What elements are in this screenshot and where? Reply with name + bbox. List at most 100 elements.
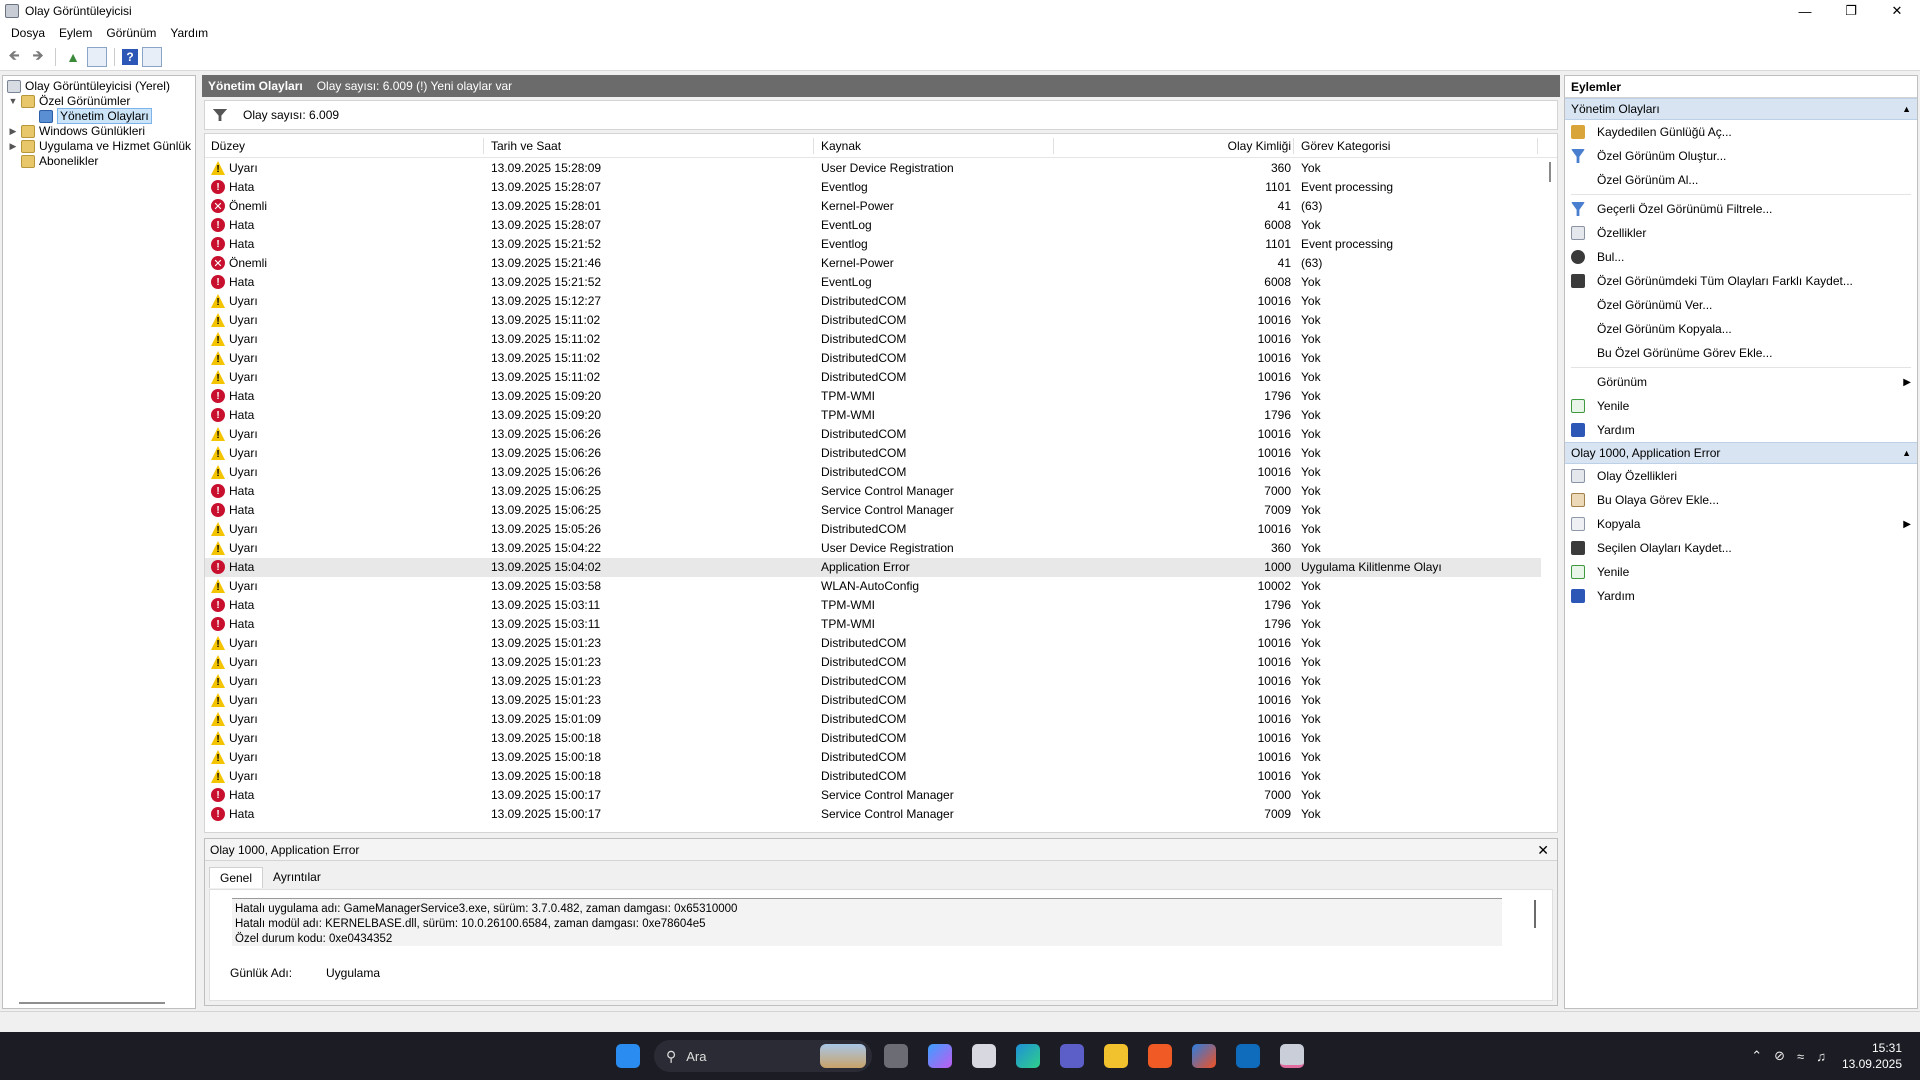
horizontal-scrollbar[interactable]	[19, 1002, 165, 1004]
table-row[interactable]: ! Uyarı 13.09.2025 15:28:09 User Device Reg…	[205, 159, 1541, 178]
column-divider[interactable]	[483, 138, 484, 154]
table-row[interactable]: ! Uyarı 13.09.2025 15:03:58 WLAN-AutoConfig…	[205, 577, 1541, 596]
task-view-icon[interactable]	[884, 1044, 908, 1068]
action-item[interactable]: Özel Görünümü Ver...	[1565, 293, 1917, 317]
back-arrow-icon[interactable]: 🡸	[4, 47, 24, 67]
search-box[interactable]: ⚲ Ara	[654, 1040, 872, 1072]
table-row[interactable]: ! Uyarı 13.09.2025 15:00:18 DistributedCOM 1…	[205, 767, 1541, 786]
column-divider[interactable]	[1537, 138, 1538, 154]
action-item[interactable]: Olay Özellikleri	[1565, 464, 1917, 488]
table-row[interactable]: ! Uyarı 13.09.2025 15:01:09 DistributedCOM 1…	[205, 710, 1541, 729]
store-icon[interactable]	[1192, 1044, 1216, 1068]
table-row[interactable]: ! Uyarı 13.09.2025 15:12:27 DistributedCOM 1…	[205, 292, 1541, 311]
restore-button[interactable]: ❐	[1828, 0, 1874, 22]
action-item[interactable]: Özel Görünümdeki Tüm Olayları Farklı Kay…	[1565, 269, 1917, 293]
table-row[interactable]: ! Hata 13.09.2025 15:00:17 Service Control …	[205, 805, 1541, 824]
table-row[interactable]: ! Hata 13.09.2025 15:03:11 TPM-WMI 1796 Yok	[205, 615, 1541, 634]
brave-icon[interactable]	[1148, 1044, 1172, 1068]
menu-file[interactable]: Dosya	[4, 26, 52, 40]
tab-general[interactable]: Genel	[209, 867, 264, 888]
show-hide-console-tree-icon[interactable]	[87, 47, 107, 67]
notifications-off-icon[interactable]: ⊘	[1774, 1048, 1785, 1064]
action-item[interactable]: Özel Görünüm Kopyala...	[1565, 317, 1917, 341]
table-row[interactable]: ! Uyarı 13.09.2025 15:01:23 DistributedCOM 1…	[205, 691, 1541, 710]
collapse-icon[interactable]: ▲	[1902, 448, 1911, 458]
table-row[interactable]: ! Hata 13.09.2025 15:28:07 EventLog 6008 Yok	[205, 216, 1541, 235]
column-header-event-id[interactable]: Olay Kimliği	[1061, 139, 1291, 153]
close-icon[interactable]: ✕	[1537, 842, 1549, 859]
minimize-button[interactable]: —	[1782, 0, 1828, 22]
file-explorer-icon[interactable]	[1104, 1044, 1128, 1068]
table-row[interactable]: ! Hata 13.09.2025 15:06:25 Service Control …	[205, 482, 1541, 501]
table-row[interactable]: ! Hata 13.09.2025 15:09:20 TPM-WMI 1796 Yok	[205, 387, 1541, 406]
up-folder-icon[interactable]: ▲	[63, 47, 83, 67]
action-item[interactable]: Yenile	[1565, 560, 1917, 584]
table-row[interactable]: ! Hata 13.09.2025 15:28:07 Eventlog 1101 Even…	[205, 178, 1541, 197]
table-row[interactable]: ! Uyarı 13.09.2025 15:00:18 DistributedCOM 1…	[205, 729, 1541, 748]
actions-section-admin-events[interactable]: Yönetim Olayları ▲	[1565, 98, 1917, 120]
table-row[interactable]: ! Uyarı 13.09.2025 15:01:23 DistributedCOM 1…	[205, 634, 1541, 653]
table-row[interactable]: ! Uyarı 13.09.2025 15:05:26 DistributedCOM 1…	[205, 520, 1541, 539]
table-row[interactable]: ! Hata 13.09.2025 15:04:02 Application Erro…	[205, 558, 1541, 577]
event-message[interactable]: Hatalı uygulama adı: GameManagerService3…	[232, 898, 1502, 946]
chevron-right-icon[interactable]: ▶	[7, 126, 19, 137]
action-item[interactable]: Özel Görünüm Oluştur...	[1565, 144, 1917, 168]
table-row[interactable]: ! Hata 13.09.2025 15:06:25 Service Control …	[205, 501, 1541, 520]
action-item[interactable]: Geçerli Özel Görünümü Filtrele...	[1565, 197, 1917, 221]
table-row[interactable]: ! Uyarı 13.09.2025 15:04:22 User Device Reg…	[205, 539, 1541, 558]
actions-section-event[interactable]: Olay 1000, Application Error ▲	[1565, 442, 1917, 464]
copilot-icon[interactable]	[928, 1044, 952, 1068]
chevron-down-icon[interactable]: ▼	[7, 96, 19, 106]
table-row[interactable]: ! Uyarı 13.09.2025 15:00:18 DistributedCOM 1…	[205, 748, 1541, 767]
column-header-date[interactable]: Tarih ve Saat	[491, 139, 811, 153]
action-item[interactable]: Yardım	[1565, 584, 1917, 608]
table-row[interactable]: ! Uyarı 13.09.2025 15:06:26 DistributedCOM 1…	[205, 463, 1541, 482]
column-divider[interactable]	[1053, 138, 1054, 154]
menu-action[interactable]: Eylem	[52, 26, 99, 40]
show-hide-action-pane-icon[interactable]	[142, 47, 162, 67]
collapse-icon[interactable]: ▲	[1902, 104, 1911, 114]
close-button[interactable]: ✕	[1874, 0, 1920, 22]
chevron-up-icon[interactable]: ⌃	[1751, 1048, 1762, 1064]
event-viewer-taskbar-icon[interactable]	[1280, 1044, 1304, 1068]
table-row[interactable]: ! Uyarı 13.09.2025 15:06:26 DistributedCOM 1…	[205, 444, 1541, 463]
ship-app-icon[interactable]	[972, 1044, 996, 1068]
menu-view[interactable]: Görünüm	[99, 26, 163, 40]
vertical-scrollbar[interactable]	[1534, 900, 1536, 928]
menu-help[interactable]: Yardım	[163, 26, 215, 40]
table-row[interactable]: ! Uyarı 13.09.2025 15:11:02 DistributedCOM 1…	[205, 311, 1541, 330]
table-row[interactable]: ! Uyarı 13.09.2025 15:11:02 DistributedCOM 1…	[205, 368, 1541, 387]
chevron-right-icon[interactable]: ▶	[7, 141, 19, 152]
vertical-scrollbar[interactable]	[1549, 162, 1551, 182]
column-header-source[interactable]: Kaynak	[821, 139, 1051, 153]
clock[interactable]: 15:31 13.09.2025	[1842, 1040, 1902, 1072]
action-item[interactable]: Bu Özel Görünüme Görev Ekle...	[1565, 341, 1917, 365]
volume-icon[interactable]: ♫	[1816, 1049, 1826, 1064]
tree-item-subscriptions[interactable]: Abonelikler	[19, 152, 98, 170]
table-row[interactable]: ! Uyarı 13.09.2025 15:11:02 DistributedCOM 1…	[205, 330, 1541, 349]
forward-arrow-icon[interactable]: 🡺	[28, 47, 48, 67]
action-item[interactable]: Bul...	[1565, 245, 1917, 269]
table-row[interactable]: ! Hata 13.09.2025 15:00:17 Service Control …	[205, 786, 1541, 805]
action-item[interactable]: Görünüm ▶	[1565, 370, 1917, 394]
teams-icon[interactable]	[1060, 1044, 1084, 1068]
table-row[interactable]: ✕ Önemli 13.09.2025 15:21:46 Kernel-Power 41…	[205, 254, 1541, 273]
table-row[interactable]: ! Uyarı 13.09.2025 15:01:23 DistributedCOM 1…	[205, 653, 1541, 672]
start-icon[interactable]	[616, 1044, 640, 1068]
column-divider[interactable]	[1293, 138, 1294, 154]
column-header-task-category[interactable]: Görev Kategorisi	[1301, 139, 1531, 153]
table-row[interactable]: ! Uyarı 13.09.2025 15:01:23 DistributedCOM 1…	[205, 672, 1541, 691]
action-item[interactable]: Özel Görünüm Al...	[1565, 168, 1917, 192]
table-row[interactable]: ✕ Önemli 13.09.2025 15:28:01 Kernel-Power 41…	[205, 197, 1541, 216]
table-row[interactable]: ! Hata 13.09.2025 15:09:20 TPM-WMI 1796 Yok	[205, 406, 1541, 425]
table-row[interactable]: ! Hata 13.09.2025 15:21:52 Eventlog 1101 Even…	[205, 235, 1541, 254]
column-header-level[interactable]: Düzey	[211, 139, 481, 153]
tab-details[interactable]: Ayrıntılar	[263, 867, 331, 888]
table-row[interactable]: ! Uyarı 13.09.2025 15:11:02 DistributedCOM 1…	[205, 349, 1541, 368]
column-divider[interactable]	[813, 138, 814, 154]
table-row[interactable]: ! Hata 13.09.2025 15:21:52 EventLog 6008 Yok	[205, 273, 1541, 292]
action-item[interactable]: Kaydedilen Günlüğü Aç...	[1565, 120, 1917, 144]
outlook-icon[interactable]	[1236, 1044, 1260, 1068]
wifi-icon[interactable]: ≈	[1797, 1049, 1804, 1064]
action-item[interactable]: Bu Olaya Görev Ekle...	[1565, 488, 1917, 512]
